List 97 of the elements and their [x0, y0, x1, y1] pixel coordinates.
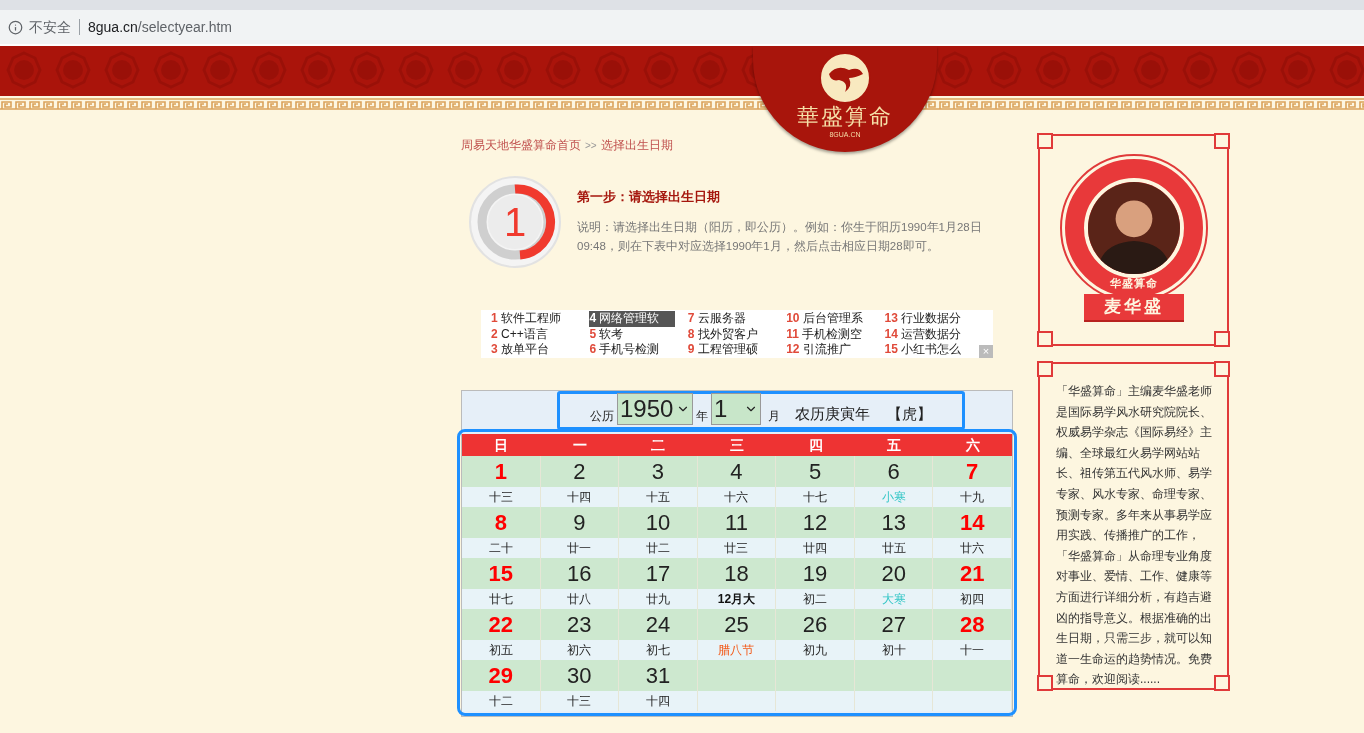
lunar-date: 廿二	[619, 538, 697, 558]
lunar-date: 十三	[462, 487, 540, 507]
lunar-date: 廿七	[462, 589, 540, 609]
lunar-date: 十七	[776, 487, 854, 507]
zodiac-label: 【虎】	[887, 403, 932, 424]
lunar-date: 腊八节	[697, 640, 776, 660]
weekday-header: 五	[886, 436, 903, 455]
name-ribbon: 麦华盛	[1083, 294, 1184, 322]
ad-link[interactable]: 2 C++语言	[491, 326, 577, 343]
lunar-date: 十四	[540, 487, 619, 507]
lunar-date: 初六	[540, 640, 619, 660]
logo-title: 華盛算命	[797, 104, 893, 130]
weekday-header: 四	[807, 436, 824, 455]
ad-link[interactable]: 3 放单平台	[491, 342, 577, 358]
lunar-year: 农历庚寅年	[795, 403, 870, 424]
date-cell[interactable]: 19	[776, 558, 854, 589]
breadcrumb-link[interactable]: 选择出生日期	[600, 136, 673, 154]
ad-link[interactable]: 11 手机检测空	[786, 326, 873, 343]
step-number: 1	[504, 199, 526, 245]
ad-link[interactable]: 10 后台管理系	[786, 311, 873, 327]
lunar-date: 十一	[933, 640, 1011, 660]
lunar-date: 12月大	[697, 589, 776, 609]
lunar-date: 十九	[933, 487, 1011, 507]
date-cell[interactable]: 3	[619, 456, 697, 487]
date-cell[interactable]: 6	[854, 456, 933, 487]
info-icon[interactable]	[8, 19, 23, 35]
lunar-date: 初九	[776, 640, 854, 660]
year-unit: 年	[696, 408, 708, 425]
lunar-date: 小寒	[854, 487, 933, 507]
lunar-date: 廿四	[776, 538, 854, 558]
date-cell[interactable]: 5	[776, 456, 854, 487]
date-cell[interactable]: 9	[540, 507, 619, 538]
lunar-date: 二十	[462, 538, 540, 558]
date-cell[interactable]: 4	[697, 456, 776, 487]
lunar-date: 大寒	[854, 589, 933, 609]
ad-link[interactable]: 8 找外贸客户	[687, 326, 774, 343]
date-cell[interactable]: 31	[619, 660, 697, 691]
lunar-date: 廿三	[697, 538, 776, 558]
step-title: 第一步：请选择出生日期	[577, 188, 721, 206]
date-cell[interactable]: 20	[854, 558, 933, 589]
date-cell[interactable]: 25	[697, 609, 776, 640]
date-cell[interactable]: 13	[854, 507, 933, 538]
lunar-date: 十三	[540, 691, 619, 711]
lunar-date: 初五	[462, 640, 540, 660]
breadcrumb-separator: >>	[585, 138, 597, 153]
date-cell[interactable]: 30	[540, 660, 619, 691]
date-cell[interactable]: 26	[776, 609, 854, 640]
ad-link[interactable]: 7 云服务器	[687, 311, 774, 327]
date-cell[interactable]: 23	[540, 609, 619, 640]
date-cell[interactable]: 16	[540, 558, 619, 589]
url-text[interactable]: 8gua.cn/selectyear.htm	[88, 16, 232, 38]
ad-link[interactable]: 9 工程管理硕	[687, 342, 774, 358]
weekday-header: 二	[650, 436, 667, 455]
lunar-date: 廿五	[854, 538, 933, 558]
breadcrumb-link[interactable]: 周易天地华盛算命首页	[461, 136, 581, 154]
lunar-date: 廿八	[540, 589, 619, 609]
lunar-date: 初十	[854, 640, 933, 660]
lunar-date: 廿一	[540, 538, 619, 558]
lunar-date: 十五	[619, 487, 697, 507]
ad-link[interactable]: 1 软件工程师	[491, 311, 577, 327]
date-cell[interactable]: 12	[776, 507, 854, 538]
address-bar[interactable]: 不安全 8gua.cn/selectyear.htm	[0, 10, 1364, 44]
month-select[interactable]: 1	[711, 393, 761, 425]
calendar-label: 公历	[590, 408, 614, 425]
security-label: 不安全	[29, 17, 71, 37]
ad-link[interactable]: 12 引流推广	[786, 342, 873, 358]
ad-link[interactable]: 6 手机号检测	[589, 342, 676, 358]
ad-link[interactable]: 5 软考	[589, 326, 676, 343]
lunar-date: 十六	[697, 487, 776, 507]
date-cell[interactable]: 2	[540, 456, 619, 487]
month-unit: 月	[768, 408, 780, 425]
lunar-date: 初四	[933, 589, 1011, 609]
date-cell[interactable]: 27	[854, 609, 933, 640]
lunar-date: 十二	[462, 691, 540, 711]
lunar-date: 廿六	[933, 538, 1011, 558]
seal-text: 华盛算命	[1109, 275, 1158, 291]
year-select[interactable]: 1950	[617, 393, 693, 425]
weekday-header: 一	[571, 436, 588, 455]
weekday-header: 日	[493, 436, 510, 455]
lunar-date: 初七	[619, 640, 697, 660]
bio-text: 「华盛算命」主编麦华盛老师是国际易学风水研究院院长、权威易学杂志《国际易经》主编、全球最红火易学网站站长、祖传第五代风水师、易学专家、风水专家、命理专家、预测专家。多年来从事易学应用实践、传播推广的工作，「华盛算命」从命理专业角度对事业、爱情、工作、健康等方面进行详细分析，有趋吉避凶的指导意义。根据准确的出生日期，只需三步，就可以知道一生命运的趋势情况。免费算命，欢迎阅读......	[1056, 383, 1213, 689]
date-cell[interactable]: 24	[619, 609, 697, 640]
weekday-header: 三	[729, 436, 745, 455]
ad-link[interactable]: 13 行业数据分	[884, 311, 971, 327]
weekday-header: 六	[964, 436, 981, 455]
lunar-date: 廿九	[619, 589, 697, 609]
step-description: 说明：请选择出生日期（阳历，即公历）。例如：你生于阳历1990年1月28日09:48，则在下表中对应选择1990年1月，然后点击相应日期28即可。	[577, 219, 983, 254]
lunar-date: 十四	[619, 691, 697, 711]
date-cell[interactable]: 17	[619, 558, 697, 589]
ad-link[interactable]: 15 小红书怎么	[884, 342, 971, 358]
lunar-date: 初二	[776, 589, 854, 609]
ad-link[interactable]: 14 运营数据分	[884, 326, 971, 343]
date-cell[interactable]: 18	[697, 558, 776, 589]
ad-link[interactable]: 4 网络管理软	[589, 311, 676, 327]
date-cell[interactable]: 11	[697, 507, 776, 538]
date-cell[interactable]: 10	[619, 507, 697, 538]
progress-ring-icon	[468, 175, 562, 269]
